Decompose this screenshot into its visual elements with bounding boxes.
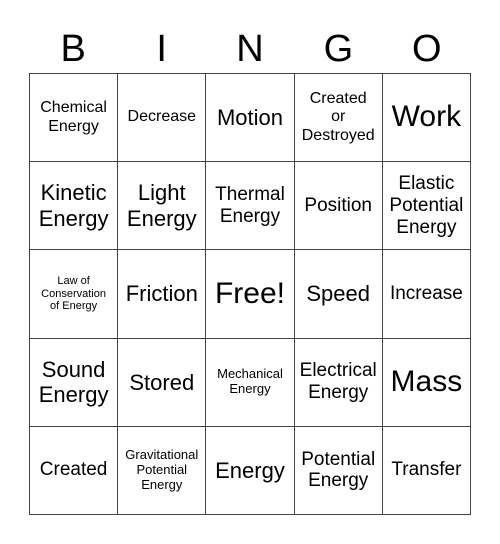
bingo-cell[interactable]: Decrease xyxy=(118,74,207,163)
bingo-cell[interactable]: Created or Destroyed xyxy=(294,74,383,163)
bingo-cell[interactable]: Elastic Potential Energy xyxy=(382,162,471,251)
cell-text: Transfer xyxy=(391,459,462,481)
header-letter-b: B xyxy=(60,28,86,70)
cell-text: Position xyxy=(304,194,372,216)
bingo-cell[interactable]: Mechanical Energy xyxy=(206,338,295,427)
cell-text: Sound Energy xyxy=(38,356,109,408)
cell-text: Energy xyxy=(215,457,285,483)
bingo-cell[interactable]: Friction xyxy=(118,250,207,339)
bingo-cell[interactable]: Mass xyxy=(382,338,471,427)
bingo-cell[interactable]: Potential Energy xyxy=(294,426,383,515)
cell-text: Work xyxy=(391,100,462,134)
cell-text: Law of Conservation of Energy xyxy=(41,275,106,313)
free-space-cell[interactable]: Free! xyxy=(206,250,295,339)
cell-text: Elastic Potential Energy xyxy=(389,173,464,238)
header-letter-g: G xyxy=(323,28,354,70)
cell-text: Created or Destroyed xyxy=(301,90,375,144)
bingo-cell[interactable]: Electrical Energy xyxy=(294,338,383,427)
bingo-cell[interactable]: Gravitational Potential Energy xyxy=(118,426,207,515)
cell-text: Electrical Energy xyxy=(299,360,377,404)
cell-text: Free! xyxy=(214,276,285,310)
header-letter-i: I xyxy=(156,28,167,70)
bingo-board: Chemical Energy Decrease Motion Created … xyxy=(29,73,471,515)
bingo-cell[interactable]: Speed xyxy=(294,250,383,339)
bingo-cell[interactable]: Sound Energy xyxy=(30,338,119,427)
bingo-cell[interactable]: Position xyxy=(294,162,383,251)
bingo-cell[interactable]: Created xyxy=(30,426,119,515)
cell-text: Motion xyxy=(216,104,284,130)
bingo-cell[interactable]: Kinetic Energy xyxy=(30,162,119,251)
cell-text: Light Energy xyxy=(126,180,197,231)
cell-text: Friction xyxy=(125,281,198,307)
cell-text: Gravitational Potential Energy xyxy=(125,446,199,492)
bingo-cell[interactable]: Chemical Energy xyxy=(30,74,119,163)
cell-text: Mechanical Energy xyxy=(217,366,283,397)
bingo-cell[interactable]: Transfer xyxy=(382,426,471,515)
bingo-cell[interactable]: Stored xyxy=(118,338,207,427)
header-letter-n: N xyxy=(236,28,264,70)
cell-text: Thermal Energy xyxy=(215,183,285,227)
cell-text: Speed xyxy=(306,281,370,307)
cell-text: Kinetic Energy xyxy=(38,180,109,231)
bingo-cell[interactable]: Motion xyxy=(206,74,295,163)
bingo-cell[interactable]: Increase xyxy=(382,250,471,339)
bingo-cell[interactable]: Law of Conservation of Energy xyxy=(30,250,119,339)
header-letter-o: O xyxy=(412,28,442,70)
bingo-cell[interactable]: Light Energy xyxy=(118,162,207,251)
cell-text: Created xyxy=(39,459,108,481)
cell-text: Chemical Energy xyxy=(40,99,107,135)
bingo-cell[interactable]: Thermal Energy xyxy=(206,162,295,251)
cell-text: Decrease xyxy=(127,108,197,126)
cell-text: Potential Energy xyxy=(301,448,376,492)
cell-text: Mass xyxy=(390,364,463,398)
bingo-cell[interactable]: Work xyxy=(382,74,471,163)
bingo-cell[interactable]: Energy xyxy=(206,426,295,515)
cell-text: Stored xyxy=(129,369,195,395)
cell-text: Increase xyxy=(389,283,463,305)
bingo-header: B I N G O xyxy=(29,24,471,74)
